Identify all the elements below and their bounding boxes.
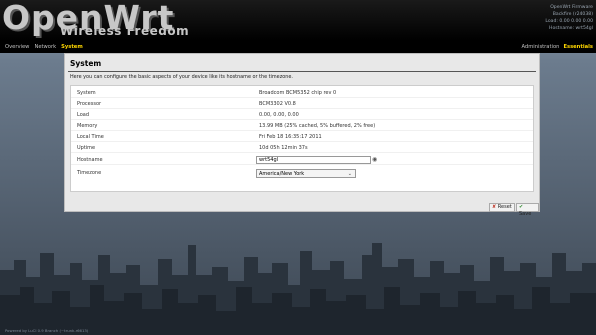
field-row-timezone: Timezone America/New York ⌄ [71, 168, 533, 178]
menu-item-administration[interactable]: Administration [521, 44, 559, 50]
field-label: Hostname [77, 157, 103, 163]
main-menu: Overview Network System Administration E… [0, 41, 596, 53]
field-label: Local Time [77, 134, 104, 140]
chevron-down-icon: ⌄ [347, 171, 352, 177]
menu-right: Administration Essentials [521, 44, 593, 50]
field-label: Uptime [77, 145, 96, 151]
field-row-load: Load 0.00, 0.00, 0.00 [71, 110, 533, 120]
menu-left: Overview Network System [5, 44, 83, 50]
header-info-hostname: Hostname: wrt54gl [549, 26, 593, 31]
field-row-memory: Memory 13.99 MB (25% cached, 5% buffered… [71, 121, 533, 131]
footer-text: Powered by LuCI 0.9 Branch (~trunk-r6613… [5, 328, 89, 333]
reset-button[interactable]: ✘ Reset [489, 203, 515, 212]
field-label: System [77, 90, 96, 96]
field-label: Timezone [77, 170, 102, 176]
reset-icon: ✘ [492, 204, 497, 210]
menu-item-network[interactable]: Network [34, 44, 56, 50]
header-info-load: Load: 0.00 0.00 0.00 [545, 19, 593, 24]
city-skyline-image [0, 243, 596, 335]
field-label: Memory [77, 123, 98, 129]
field-label: Load [77, 112, 89, 118]
menu-item-essentials[interactable]: Essentials [563, 44, 593, 50]
field-row-uptime: Uptime 10d 05h 12min 37s [71, 143, 533, 153]
page-description: Here you can configure the basic aspects… [70, 74, 293, 80]
system-fieldset: System Broadcom BCM5352 chip rev 0 Proce… [70, 85, 534, 192]
field-row-local-time: Local Time Fri Feb 18 16:35:17 2011 [71, 132, 533, 142]
header-info: OpenWrt Firmware Backfire (r24038) Load:… [433, 4, 593, 32]
reset-label: Reset [497, 204, 512, 210]
save-button[interactable]: ✔ Save [516, 203, 539, 217]
field-value: 10d 05h 12min 37s [259, 145, 308, 151]
field-label: Processor [77, 101, 102, 107]
menu-item-system[interactable]: System [61, 44, 83, 50]
save-icon: ✔ [519, 204, 524, 210]
field-value: 0.00, 0.00, 0.00 [259, 112, 299, 118]
save-label: Save [519, 211, 532, 217]
timezone-value: America/New York [259, 171, 305, 177]
field-value: Broadcom BCM5352 chip rev 0 [259, 90, 337, 96]
field-value: BCM3302 V0.8 [259, 101, 296, 107]
field-row-system: System Broadcom BCM5352 chip rev 0 [71, 88, 533, 98]
timezone-select[interactable]: America/New York ⌄ [256, 169, 356, 178]
field-value: 13.99 MB (25% cached, 5% buffered, 2% fr… [259, 123, 376, 129]
header-info-firmware: OpenWrt Firmware [550, 5, 593, 10]
header-info-version: Backfire (r24038) [552, 12, 593, 17]
header: OpenWrt Wireless Freedom OpenWrt Firmwar… [0, 0, 596, 41]
page-title: System [70, 59, 102, 68]
logo-tagline: Wireless Freedom [60, 24, 190, 38]
title-divider [68, 71, 536, 72]
menu-item-overview[interactable]: Overview [5, 44, 29, 50]
sync-icon[interactable]: ◉ [372, 156, 377, 164]
field-row-hostname: Hostname wrt54gl ◉ [71, 155, 533, 165]
field-value: Fri Feb 18 16:35:17 2011 [259, 134, 322, 140]
content-panel: System Here you can configure the basic … [64, 53, 540, 217]
hostname-input[interactable]: wrt54gl [256, 156, 371, 164]
field-row-processor: Processor BCM3302 V0.8 [71, 99, 533, 109]
